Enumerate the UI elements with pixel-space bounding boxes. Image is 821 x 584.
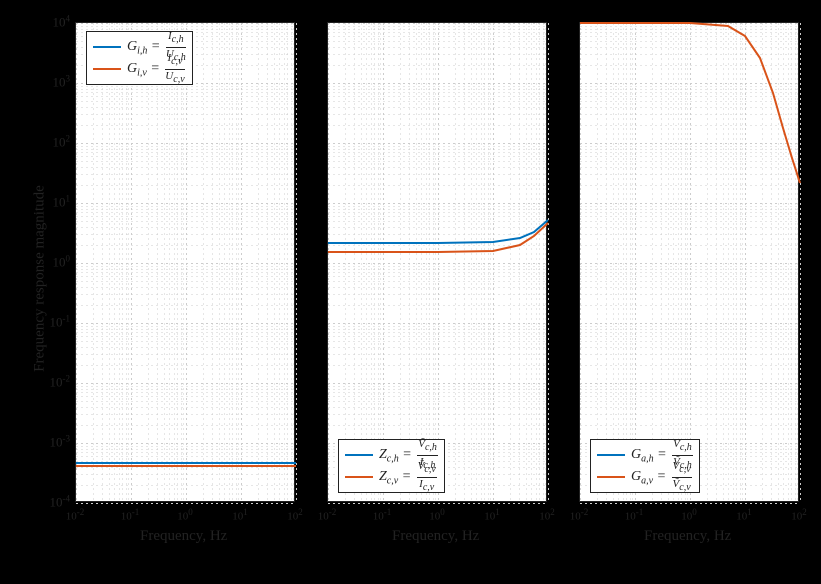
x-ticks-panel-1: 10-210-1100101102 xyxy=(75,504,295,524)
legend-panel-3: Ga,h = Vc,hṼc,h Ga,v = Vc,vṼc,v xyxy=(590,439,700,493)
series-Zcv xyxy=(328,223,548,252)
y-tick-label: 104 xyxy=(53,13,71,30)
y-ticks-panel-1: 10-410-310-210-1100101102103104 xyxy=(0,22,73,502)
x-ticks-panel-2: 10-210-1100101102 xyxy=(327,504,547,524)
series-Gav xyxy=(580,23,800,183)
x-tick-label: 102 xyxy=(287,507,303,523)
y-tick-label: 100 xyxy=(53,253,71,270)
series-Zch xyxy=(328,220,548,243)
x-tick-label: 102 xyxy=(791,507,807,523)
y-tick-label: 10-2 xyxy=(50,373,71,390)
legend-swatch xyxy=(93,68,121,70)
legend-item-Gav: Ga,v = Vc,vṼc,v xyxy=(597,466,693,488)
legend-swatch xyxy=(597,476,625,478)
x-tick-label: 10-1 xyxy=(625,507,644,523)
figure: Frequency response magnitude Gi,h = Ic,h… xyxy=(0,0,821,584)
y-tick-label: 10-1 xyxy=(50,313,71,330)
plot-panel-1: Gi,h = Ic,hUc,h Gi,v = Ic,vUc,v xyxy=(75,22,295,502)
legend-panel-1: Gi,h = Ic,hUc,h Gi,v = Ic,vUc,v xyxy=(86,31,193,85)
x-tick-label: 100 xyxy=(177,507,193,523)
x-tick-label: 101 xyxy=(232,507,248,523)
legend-swatch xyxy=(345,454,373,456)
x-ticks-panel-3: 10-210-1100101102 xyxy=(579,504,799,524)
x-axis-label-3: Frequency, Hz xyxy=(644,528,731,545)
x-tick-label: 101 xyxy=(736,507,752,523)
curves-panel-3 xyxy=(580,23,800,503)
legend-label: Ga,v = Vc,vṼc,v xyxy=(631,461,692,492)
plot-panel-2: Zc,h = Ṽc,hIc,h Zc,v = Ṽc,vIc,v xyxy=(327,22,547,502)
x-axis-label-2: Frequency, Hz xyxy=(392,528,479,545)
legend-panel-2: Zc,h = Ṽc,hIc,h Zc,v = Ṽc,vIc,v xyxy=(338,439,445,493)
plot-panel-3: Ga,h = Vc,hṼc,h Ga,v = Vc,vṼc,v xyxy=(579,22,799,502)
legend-swatch xyxy=(345,476,373,478)
curves-panel-1 xyxy=(76,23,296,503)
x-tick-label: 10-2 xyxy=(66,507,85,523)
legend-swatch xyxy=(93,46,121,48)
x-tick-label: 100 xyxy=(429,507,445,523)
y-tick-label: 10-3 xyxy=(50,433,71,450)
curves-panel-2 xyxy=(328,23,548,503)
x-tick-label: 100 xyxy=(681,507,697,523)
x-tick-label: 10-1 xyxy=(121,507,140,523)
legend-item-Zcv: Zc,v = Ṽc,vIc,v xyxy=(345,466,438,488)
x-axis-label-1: Frequency, Hz xyxy=(140,528,227,545)
legend-item-Giv: Gi,v = Ic,vUc,v xyxy=(93,58,186,80)
x-tick-label: 10-1 xyxy=(373,507,392,523)
x-tick-label: 10-2 xyxy=(318,507,337,523)
legend-label: Gi,v = Ic,vUc,v xyxy=(127,53,185,84)
y-tick-label: 103 xyxy=(53,73,71,90)
x-tick-label: 10-2 xyxy=(570,507,589,523)
x-tick-label: 101 xyxy=(484,507,500,523)
legend-label: Zc,v = Ṽc,vIc,v xyxy=(379,461,437,492)
legend-swatch xyxy=(597,454,625,456)
y-tick-label: 102 xyxy=(53,133,71,150)
y-tick-label: 101 xyxy=(53,193,71,210)
x-tick-label: 102 xyxy=(539,507,555,523)
